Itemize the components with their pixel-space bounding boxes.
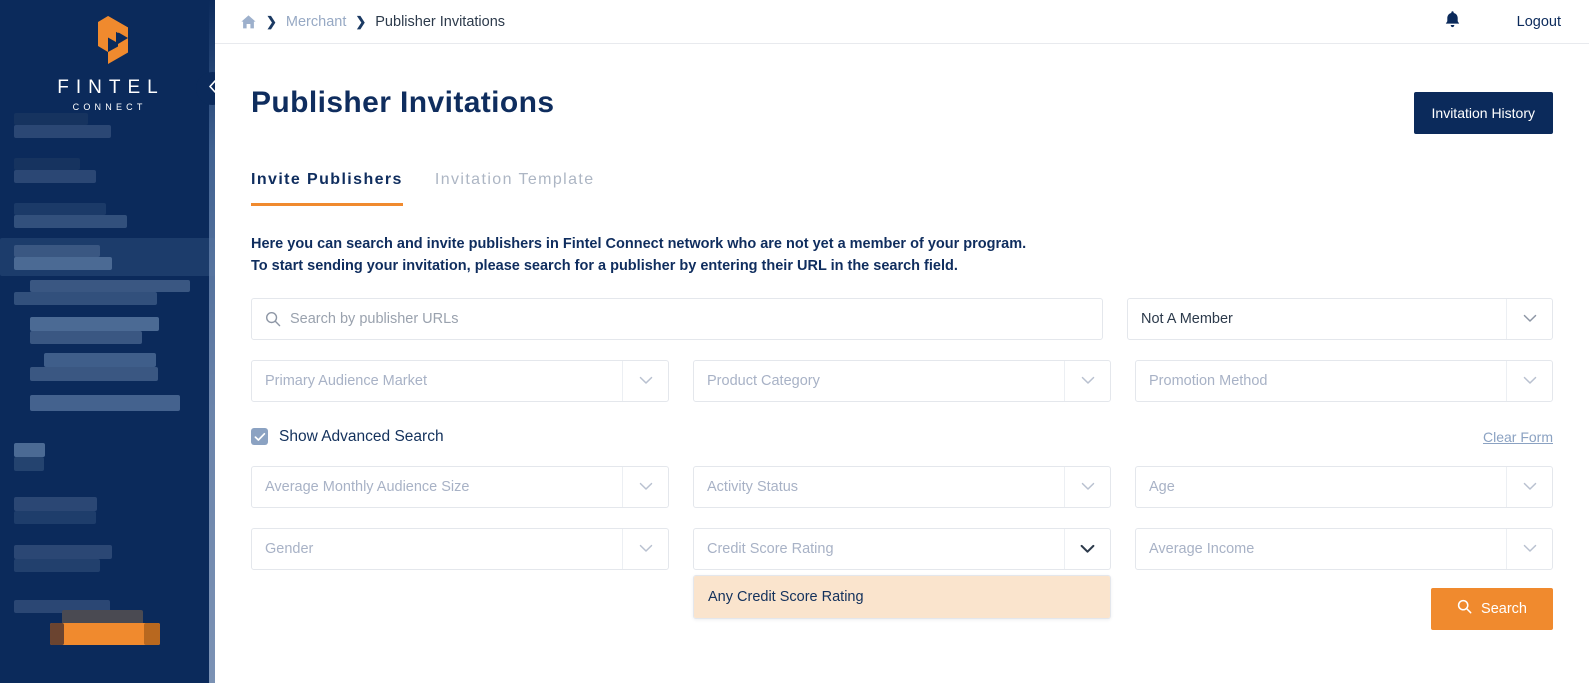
chevron-down-icon[interactable] — [1064, 467, 1110, 507]
home-icon[interactable] — [240, 14, 257, 30]
invitation-history-button[interactable]: Invitation History — [1414, 92, 1553, 134]
activity-status-select[interactable]: Activity Status — [693, 466, 1111, 508]
logout-link[interactable]: Logout — [1517, 14, 1561, 30]
filter-row-secondary: Primary Audience Market Product Category — [251, 360, 1553, 402]
advanced-filter-row-1: Average Monthly Audience Size Activity S… — [251, 466, 1553, 508]
tab-invite-publishers[interactable]: Invite Publishers — [251, 171, 403, 206]
credit-score-rating-dropdown: Any Credit Score Rating — [693, 575, 1111, 619]
credit-score-rating-select[interactable]: Credit Score Rating — [693, 528, 1111, 570]
brand-logo[interactable]: FINTEL CONNECT — [0, 0, 215, 112]
search-input-placeholder: Search by publisher URLs — [290, 311, 458, 327]
credit-score-option-any[interactable]: Any Credit Score Rating — [694, 576, 1110, 618]
checkmark-icon — [251, 428, 268, 445]
credit-score-rating-cell: Credit Score Rating Any Credit Score Rat… — [693, 528, 1111, 570]
chevron-down-icon[interactable] — [622, 529, 668, 569]
chevron-down-icon[interactable] — [1506, 529, 1552, 569]
primary-audience-market-placeholder: Primary Audience Market — [265, 373, 427, 389]
main-area: ❯ Merchant ❯ Publisher Invitations Logou… — [215, 0, 1589, 683]
chevron-left-icon — [207, 79, 215, 99]
page-description: Here you can search and invite publisher… — [251, 233, 1553, 278]
membership-select[interactable]: Not A Member — [1127, 298, 1553, 340]
page-content: Publisher Invitations Invitation History… — [215, 44, 1589, 630]
promotion-method-cell: Promotion Method — [1135, 360, 1553, 402]
search-icon — [265, 311, 281, 327]
age-select[interactable]: Age — [1135, 466, 1553, 508]
brand-name: FINTEL — [50, 77, 164, 99]
average-monthly-audience-size-select[interactable]: Average Monthly Audience Size — [251, 466, 669, 508]
chevron-down-icon[interactable] — [1506, 467, 1552, 507]
search-input-wrapper[interactable]: Search by publisher URLs — [251, 298, 1103, 340]
advanced-filter-row-2: Gender Credit Score Rating — [251, 528, 1553, 570]
description-line-1: Here you can search and invite publisher… — [251, 233, 1553, 255]
activity-status-cell: Activity Status — [693, 466, 1111, 508]
page-header: Publisher Invitations Invitation History — [251, 44, 1553, 134]
average-monthly-audience-size-placeholder: Average Monthly Audience Size — [265, 479, 469, 495]
advanced-search-row: Show Advanced Search Clear Form — [251, 428, 1553, 446]
show-advanced-search-label: Show Advanced Search — [279, 428, 444, 446]
average-income-cell: Average Income — [1135, 528, 1553, 570]
primary-audience-market-select[interactable]: Primary Audience Market — [251, 360, 669, 402]
search-button[interactable]: Search — [1431, 588, 1553, 630]
search-icon — [1457, 599, 1472, 618]
average-income-placeholder: Average Income — [1149, 541, 1254, 557]
average-monthly-audience-size-cell: Average Monthly Audience Size — [251, 466, 669, 508]
app-root: FINTEL CONNECT — [0, 0, 1589, 683]
gender-placeholder: Gender — [265, 541, 313, 557]
product-category-select[interactable]: Product Category — [693, 360, 1111, 402]
sidebar-nav-obscured[interactable] — [0, 105, 215, 683]
gender-cell: Gender — [251, 528, 669, 570]
tab-bar: Invite Publishers Invitation Template — [251, 171, 1553, 206]
average-income-select[interactable]: Average Income — [1135, 528, 1553, 570]
breadcrumb-item-publisher-invitations[interactable]: Publisher Invitations — [375, 14, 505, 30]
breadcrumb: ❯ Merchant ❯ Publisher Invitations — [240, 14, 505, 30]
promotion-method-placeholder: Promotion Method — [1149, 373, 1267, 389]
chevron-down-icon[interactable] — [1506, 299, 1552, 339]
sidebar: FINTEL CONNECT — [0, 0, 215, 683]
chevron-down-icon[interactable] — [1506, 361, 1552, 401]
primary-audience-market-cell: Primary Audience Market — [251, 360, 669, 402]
breadcrumb-item-merchant[interactable]: Merchant — [286, 14, 346, 30]
membership-filter-cell: Not A Member — [1127, 298, 1553, 340]
age-placeholder: Age — [1149, 479, 1175, 495]
product-category-cell: Product Category — [693, 360, 1111, 402]
clear-form-link[interactable]: Clear Form — [1483, 429, 1553, 445]
activity-status-placeholder: Activity Status — [707, 479, 798, 495]
age-cell: Age — [1135, 466, 1553, 508]
product-category-placeholder: Product Category — [707, 373, 820, 389]
chevron-down-icon[interactable] — [1064, 361, 1110, 401]
search-button-label: Search — [1481, 601, 1527, 617]
topbar: ❯ Merchant ❯ Publisher Invitations Logou… — [215, 0, 1589, 44]
promotion-method-select[interactable]: Promotion Method — [1135, 360, 1553, 402]
chevron-down-icon[interactable] — [622, 361, 668, 401]
description-line-2: To start sending your invitation, please… — [251, 255, 1553, 277]
breadcrumb-separator-2: ❯ — [355, 14, 366, 30]
tab-invitation-template[interactable]: Invitation Template — [435, 171, 595, 206]
fintel-hexagon-logo-icon — [85, 14, 131, 71]
show-advanced-search-checkbox[interactable]: Show Advanced Search — [251, 428, 444, 446]
bell-icon[interactable] — [1444, 10, 1461, 34]
topbar-actions: Logout — [1444, 10, 1561, 34]
membership-select-value: Not A Member — [1141, 311, 1233, 327]
search-cell: Search by publisher URLs — [251, 298, 1103, 340]
gender-select[interactable]: Gender — [251, 528, 669, 570]
page-title: Publisher Invitations — [251, 86, 554, 120]
breadcrumb-separator-1: ❯ — [266, 14, 277, 30]
credit-score-rating-placeholder: Credit Score Rating — [707, 541, 834, 557]
chevron-down-icon[interactable] — [1064, 529, 1110, 569]
filter-row-primary: Search by publisher URLs Not A Member — [251, 298, 1553, 340]
chevron-down-icon[interactable] — [622, 467, 668, 507]
